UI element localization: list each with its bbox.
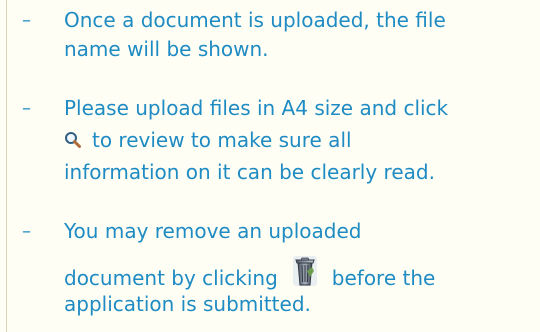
instruction-line: name will be shown. [64, 37, 269, 61]
instruction-bullet: – [22, 221, 31, 242]
instruction-line-text: to review to make sure all [92, 128, 352, 152]
instruction-line-with-icon: document by clicking before the [64, 246, 532, 290]
instruction-line-text: before the [331, 266, 436, 290]
search-icon [65, 132, 81, 148]
upload-instructions-list: – Once a document is uploaded, the file … [22, 6, 532, 319]
instruction-item-remove-document: – You may remove an uploaded document by… [22, 217, 532, 319]
instruction-item-file-name: – Once a document is uploaded, the file … [22, 6, 532, 64]
instruction-bullet: – [22, 10, 31, 31]
instruction-item-review-files: – Please upload files in A4 size and cli… [22, 94, 532, 187]
instruction-line: information on it can be clearly read. [64, 160, 435, 184]
instruction-line: Once a document is uploaded, the file [64, 8, 446, 32]
instruction-line: Please upload files in A4 size and click [64, 96, 449, 120]
instruction-line: You may remove an uploaded [64, 219, 362, 243]
trash-icon [292, 256, 317, 286]
instruction-line-text: document by clicking [64, 266, 278, 290]
instruction-bullet: – [22, 98, 31, 119]
panel-left-border [6, 0, 7, 332]
instruction-line-with-icon: to review to make sure all [64, 126, 532, 155]
instruction-line: application is submitted. [64, 292, 311, 316]
